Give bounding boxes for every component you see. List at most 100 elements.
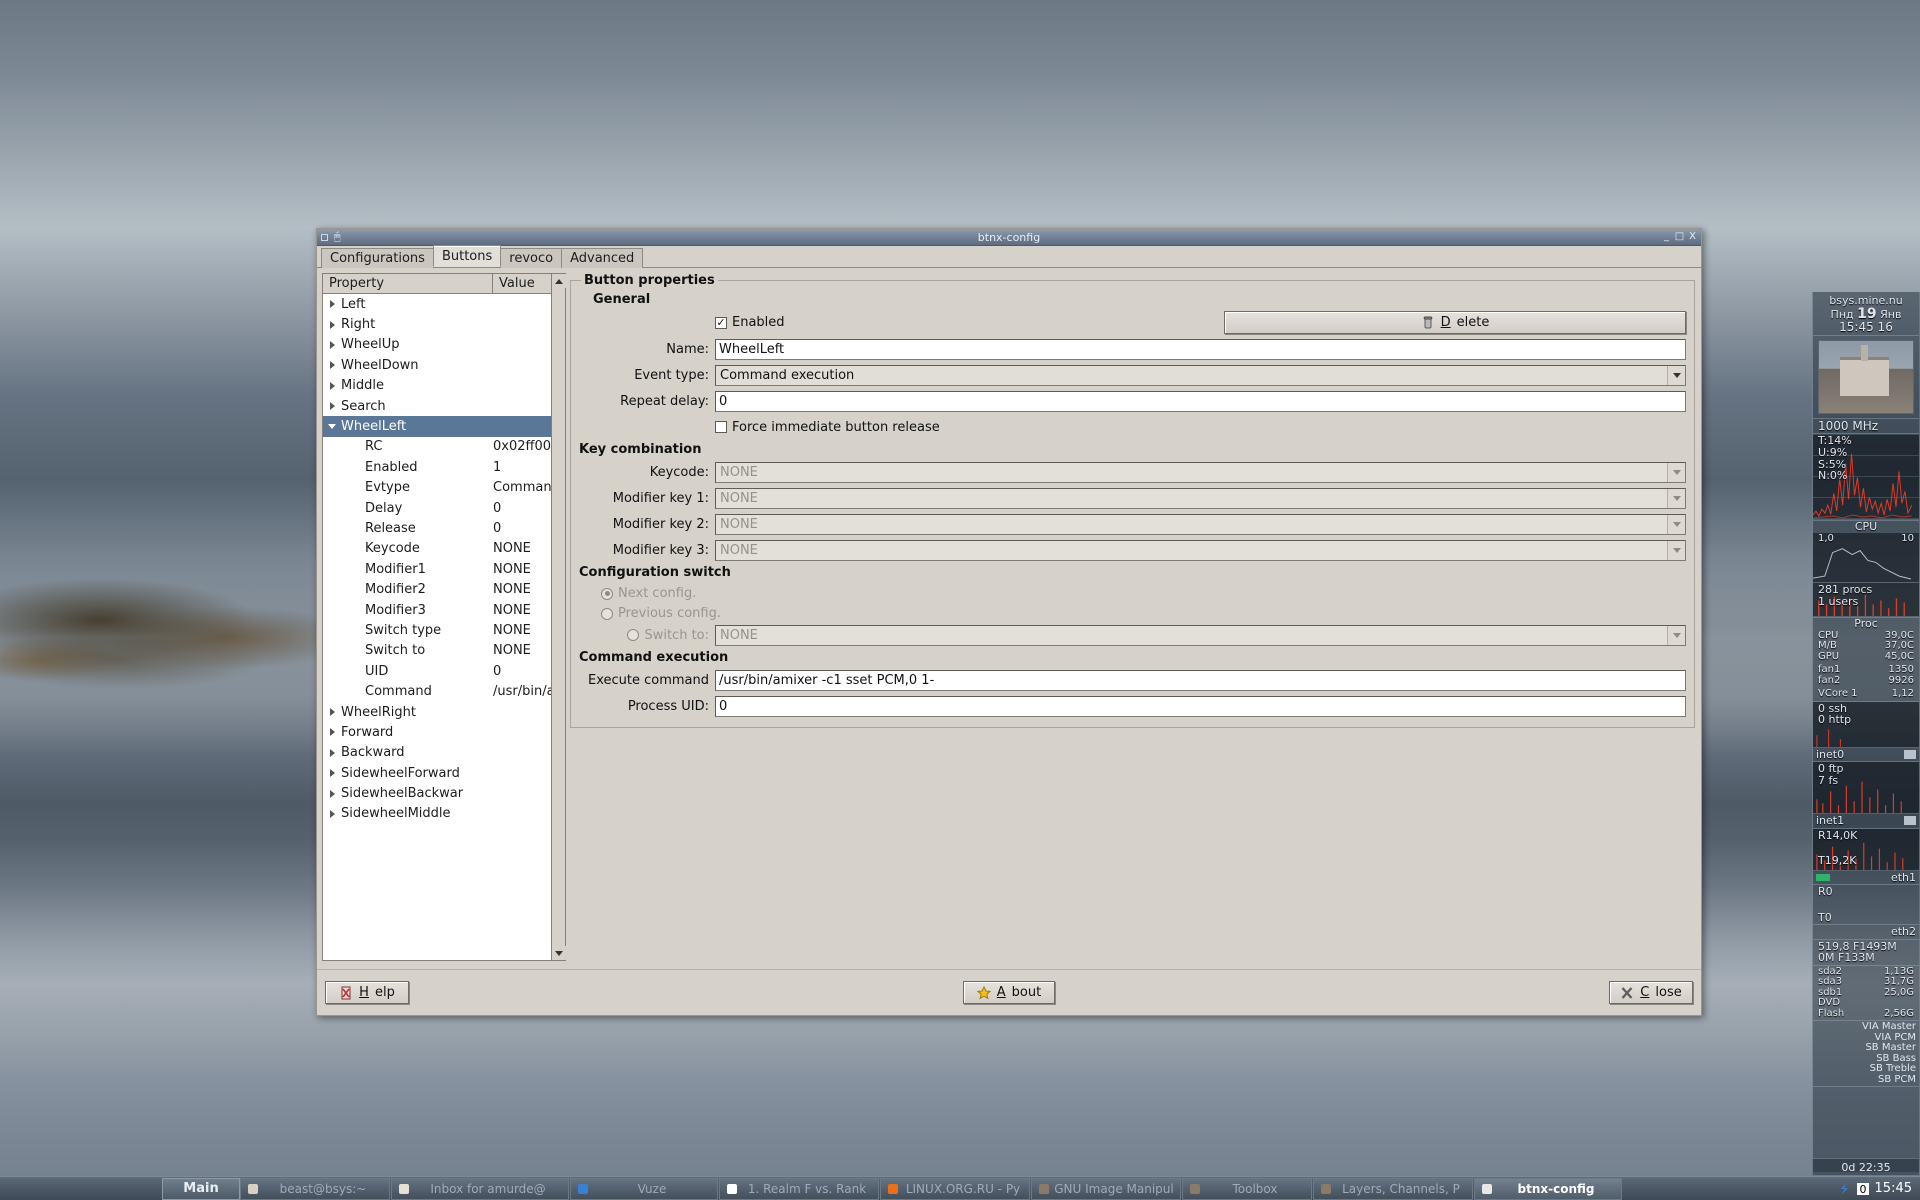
process-uid-input[interactable] [715,696,1686,717]
close-button[interactable]: Close [1609,981,1693,1004]
tree-row-sidewheelmiddle[interactable]: SidewheelMiddle [323,804,551,824]
tab-configurations[interactable]: Configurations [321,248,434,268]
help-button[interactable]: Help [325,981,409,1004]
tree-expander[interactable] [323,340,341,349]
tree-row-modifier1[interactable]: Modifier1 NONE [323,559,551,579]
tree-row-keycode[interactable]: Keycode NONE [323,539,551,559]
tree-expander[interactable] [323,320,341,329]
tree-row-search[interactable]: Search [323,396,551,416]
tree-row-wheelup[interactable]: WheelUp [323,335,551,355]
taskbar-task-btnx-config[interactable]: btnx-config [1474,1177,1622,1200]
tree-column-value[interactable]: Value [493,274,551,293]
force-release-checkbox[interactable]: Force immediate button release [715,420,1686,435]
radio-icon[interactable] [601,587,613,600]
name-input[interactable] [715,339,1686,360]
tree-row-delay[interactable]: Delay 0 [323,498,551,518]
tree-row-rc[interactable]: RC 0x02ff0006 [323,437,551,457]
chevron-down-icon[interactable] [1667,488,1685,508]
tree-expander[interactable] [323,809,341,818]
chevron-right-icon[interactable] [329,340,335,349]
chevron-right-icon[interactable] [329,381,335,390]
tree-row-right[interactable]: Right [323,314,551,334]
chevron-right-icon[interactable] [329,402,335,411]
taskbar-task-gnu-image-manipul[interactable]: GNU Image Manipul [1031,1177,1181,1200]
tree-expander[interactable] [323,402,341,411]
tree-expander[interactable] [323,769,341,778]
taskbar-task-inbox-for-amurde[interactable]: Inbox for amurde@ [391,1177,569,1200]
checkbox-icon[interactable]: ✓ [715,316,727,329]
tree-scrollbar[interactable] [551,273,566,961]
chevron-right-icon[interactable] [329,361,335,370]
chevron-right-icon[interactable] [329,809,335,818]
property-tree[interactable]: Property Value Left Right WheelUp WheelDown… [322,273,552,961]
next-config-radio[interactable]: Next config. [601,586,696,601]
tree-row-modifier3[interactable]: Modifier3 NONE [323,600,551,620]
modifier1-combo[interactable]: NONE [715,487,1686,509]
scroll-down-icon[interactable] [551,946,566,960]
enabled-checkbox[interactable]: ✓ Enabled [715,315,785,330]
chevron-down-icon[interactable] [1667,514,1685,534]
chevron-right-icon[interactable] [329,769,335,778]
tab-buttons[interactable]: Buttons [432,245,502,267]
tree-row-switch-to[interactable]: Switch to NONE [323,641,551,661]
taskbar-task-1-realm-f-vs-rank[interactable]: 1. Realm F vs. Rank [719,1177,879,1200]
tree-row-switch-type[interactable]: Switch type NONE [323,620,551,640]
tree-row-modifier2[interactable]: Modifier2 NONE [323,579,551,599]
tree-row-backward[interactable]: Backward [323,743,551,763]
previous-config-radio[interactable]: Previous config. [601,606,721,621]
start-button[interactable]: Main [162,1177,240,1200]
taskbar-task-linux-org-ru-py[interactable]: LINUX.ORG.RU - Py [880,1177,1030,1200]
radio-icon[interactable] [627,629,640,641]
chevron-right-icon[interactable] [329,300,335,309]
repeat-delay-input[interactable] [715,391,1686,412]
tab-advanced[interactable]: Advanced [561,248,644,268]
chevron-down-icon[interactable] [1667,540,1685,560]
chevron-down-icon[interactable] [1667,462,1685,482]
scroll-up-icon[interactable] [551,274,566,288]
tree-row-wheelleft[interactable]: WheelLeft [323,416,551,437]
window-titlebar[interactable]: 🖱 btnx-config _ □ X [317,229,1701,246]
tree-row-command[interactable]: Command/usr/bin/amixe [323,681,551,701]
taskbar-task-toolbox[interactable]: Toolbox [1182,1177,1312,1200]
tree-expander[interactable] [323,381,341,390]
tree-expander[interactable] [323,789,341,798]
keycode-combo[interactable]: NONE [715,461,1686,483]
tab-revoco[interactable]: revoco [500,248,563,268]
chevron-down-icon[interactable] [328,424,336,430]
tree-row-forward[interactable]: Forward [323,722,551,742]
delete-button[interactable]: Delete [1224,311,1686,334]
chevron-down-icon[interactable] [1667,625,1685,645]
chevron-down-icon[interactable] [1667,365,1685,385]
chevron-right-icon[interactable] [329,789,335,798]
tree-expander[interactable] [323,300,341,309]
chevron-right-icon[interactable] [329,748,335,757]
tree-expander[interactable] [323,728,341,737]
chevron-right-icon[interactable] [329,320,335,329]
tree-row-uid[interactable]: UID 0 [323,661,551,681]
tray-zero-icon[interactable]: 0 [1856,1182,1870,1196]
tree-row-wheeldown[interactable]: WheelDown [323,355,551,375]
tree-row-sidewheelforward[interactable]: SidewheelForward [323,763,551,783]
tree-row-wheelright[interactable]: WheelRight [323,702,551,722]
tree-row-sidewheelbackwar[interactable]: SidewheelBackwar [323,783,551,803]
modifier3-combo[interactable]: NONE [715,539,1686,561]
modifier2-combo[interactable]: NONE [715,513,1686,535]
tray-blue-icon[interactable] [1837,1182,1851,1196]
radio-icon[interactable] [601,607,613,620]
chevron-right-icon[interactable] [329,728,335,737]
taskbar-task-vuze[interactable]: Vuze [570,1177,718,1200]
tree-expander[interactable] [323,361,341,370]
chevron-right-icon[interactable] [329,708,335,716]
tree-row-middle[interactable]: Middle [323,376,551,396]
tree-expander[interactable] [323,708,341,716]
switch-to-combo[interactable]: NONE [715,624,1686,646]
execute-command-input[interactable] [715,670,1686,691]
checkbox-icon[interactable] [715,421,727,433]
about-button[interactable]: About [963,981,1055,1004]
tree-row-enabled[interactable]: Enabled 1 [323,457,551,477]
tree-expander[interactable] [323,748,341,757]
tree-expander[interactable] [323,424,341,430]
taskbar-task-beast-bsys[interactable]: beast@bsys:~ [240,1177,390,1200]
tree-row-left[interactable]: Left [323,294,551,314]
tree-column-property[interactable]: Property [323,274,493,293]
